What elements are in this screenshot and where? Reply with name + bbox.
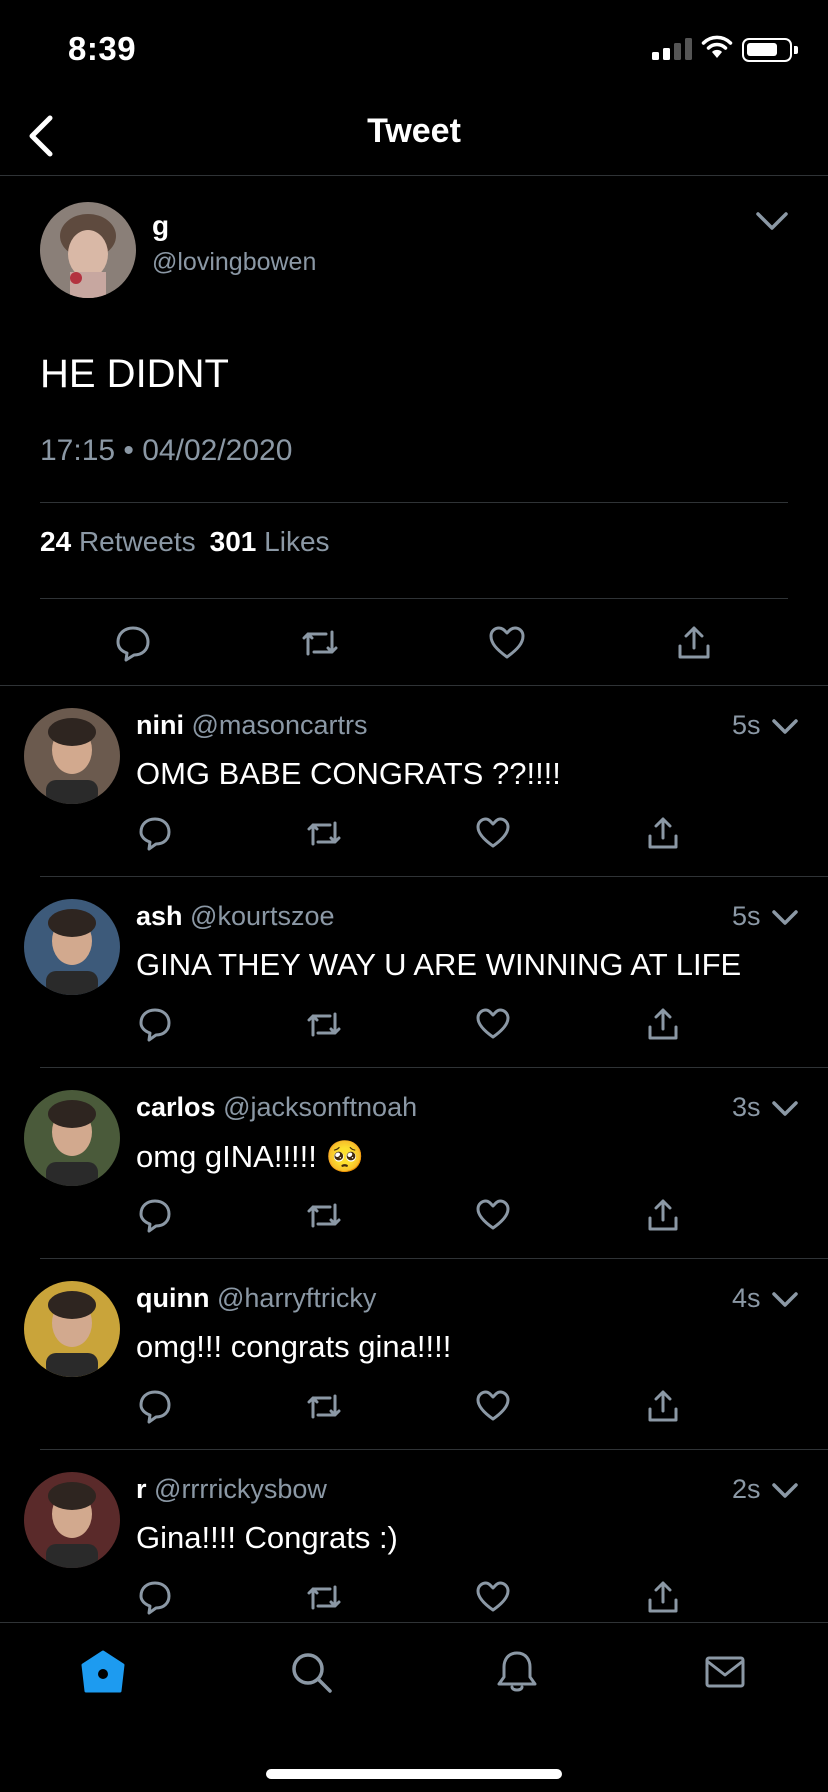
page-title: Tweet [367, 112, 461, 150]
reply-tweet[interactable]: r @rrrrickysbow 2s Gina!!!! Congrats :) [0, 1450, 828, 1641]
divider [40, 502, 788, 503]
tweet-actions [0, 618, 828, 668]
mail-icon[interactable] [702, 1649, 748, 1695]
reply-time: 2s [732, 1474, 761, 1504]
author-name: g [152, 210, 170, 241]
reply-author-handle: @jacksonftnoah [223, 1092, 418, 1122]
share-icon[interactable] [646, 1007, 682, 1043]
reply-avatar[interactable] [24, 1090, 120, 1186]
likes-label: Likes [264, 526, 330, 557]
reply-header: r @rrrrickysbow [136, 1474, 327, 1505]
likes-count: 301 [209, 526, 257, 557]
like-icon[interactable] [476, 816, 512, 852]
share-icon[interactable] [646, 816, 682, 852]
chevron-down-icon[interactable] [770, 903, 800, 933]
reply-avatar[interactable] [24, 1281, 120, 1377]
tweet-text: HE DIDNT [40, 352, 229, 396]
chevron-down-icon[interactable] [770, 1476, 800, 1506]
reply-author-handle: @rrrrickysbow [154, 1474, 327, 1504]
author-handle: @lovingbowen [152, 248, 317, 276]
reply-icon[interactable] [138, 1389, 174, 1425]
retweet-icon[interactable] [306, 1580, 342, 1616]
retweet-icon[interactable] [300, 624, 340, 662]
reply-header: nini @masoncartrs [136, 710, 367, 741]
wifi-icon [701, 35, 733, 58]
reply-header: carlos @jacksonftnoah [136, 1092, 417, 1123]
reply-avatar[interactable] [24, 708, 120, 804]
chevron-down-icon[interactable] [770, 712, 800, 742]
reply-tweet[interactable]: carlos @jacksonftnoah 3s omg gINA!!!!! 🥺 [0, 1068, 828, 1259]
reply-icon[interactable] [138, 1007, 174, 1043]
retweets-label: Retweets [78, 526, 196, 557]
reply-tweet[interactable]: ash @kourtszoe 5s GINA THEY WAY U ARE WI… [0, 877, 828, 1068]
reply-author-name: r [136, 1474, 147, 1504]
tweet-timestamp: 17:15 • 04/02/2020 [40, 434, 293, 467]
reply-icon[interactable] [114, 624, 152, 662]
home-indicator[interactable] [266, 1769, 562, 1779]
chevron-down-icon[interactable] [770, 1285, 800, 1315]
divider [40, 598, 788, 599]
reply-time: 5s [732, 710, 761, 740]
battery-icon [742, 38, 798, 62]
reply-icon[interactable] [138, 1198, 174, 1234]
cellular-signal-icon [652, 36, 692, 60]
reply-author-handle: @masoncartrs [191, 710, 368, 740]
like-icon[interactable] [476, 1007, 512, 1043]
tweet-stats: 24 Retweets 301 Likes [40, 526, 330, 558]
main-tweet: g @lovingbowen HE DIDNT 17:15 • 04/02/20… [0, 176, 828, 686]
reply-author-name: quinn [136, 1283, 210, 1313]
like-icon[interactable] [476, 1580, 512, 1616]
reply-tweet[interactable]: quinn @harryftricky 4s omg!!! congrats g… [0, 1259, 828, 1450]
reply-author-handle: @harryftricky [217, 1283, 377, 1313]
chevron-down-icon[interactable] [770, 1094, 800, 1124]
like-icon[interactable] [476, 1389, 512, 1425]
like-icon[interactable] [476, 1198, 512, 1234]
reply-text: GINA THEY WAY U ARE WINNING AT LIFE [136, 947, 742, 982]
share-icon[interactable] [646, 1580, 682, 1616]
reply-author-name: nini [136, 710, 184, 740]
likes-stat[interactable]: 301 Likes [210, 526, 330, 558]
reply-time: 4s [732, 1283, 761, 1313]
retweet-icon[interactable] [306, 816, 342, 852]
share-icon[interactable] [646, 1389, 682, 1425]
share-icon[interactable] [646, 1198, 682, 1234]
chevron-down-icon[interactable] [752, 202, 792, 242]
reply-text: omg!!! congrats gina!!!! [136, 1329, 452, 1364]
retweets-stat[interactable]: 24 Retweets [40, 526, 196, 558]
reply-icon[interactable] [138, 1580, 174, 1616]
reply-text: omg gINA!!!!! 🥺 [136, 1139, 365, 1174]
status-bar: 8:39 [0, 0, 828, 100]
author-avatar[interactable] [40, 202, 136, 298]
reply-author-handle: @kourtszoe [190, 901, 335, 931]
retweet-icon[interactable] [306, 1007, 342, 1043]
share-icon[interactable] [676, 624, 712, 662]
reply-time: 3s [732, 1092, 761, 1122]
search-icon[interactable] [288, 1649, 334, 1695]
reply-time: 5s [732, 901, 761, 931]
bell-icon[interactable] [494, 1649, 540, 1695]
reply-tweet[interactable]: nini @masoncartrs 5s OMG BABE CONGRATS ?… [0, 686, 828, 877]
retweets-count: 24 [40, 526, 72, 557]
reply-header: quinn @harryftricky [136, 1283, 376, 1314]
reply-author-name: ash [136, 901, 183, 931]
reply-text: Gina!!!! Congrats :) [136, 1520, 398, 1555]
reply-icon[interactable] [138, 816, 174, 852]
home-icon[interactable] [80, 1649, 126, 1695]
like-icon[interactable] [488, 624, 526, 662]
tab-bar [0, 1622, 828, 1792]
reply-avatar[interactable] [24, 899, 120, 995]
reply-avatar[interactable] [24, 1472, 120, 1568]
reply-author-name: carlos [136, 1092, 216, 1122]
retweet-icon[interactable] [306, 1389, 342, 1425]
status-time: 8:39 [68, 30, 137, 67]
reply-text: OMG BABE CONGRATS ??!!!! [136, 756, 561, 791]
nav-bar: Tweet [0, 100, 828, 176]
retweet-icon[interactable] [306, 1198, 342, 1234]
reply-header: ash @kourtszoe [136, 901, 335, 932]
